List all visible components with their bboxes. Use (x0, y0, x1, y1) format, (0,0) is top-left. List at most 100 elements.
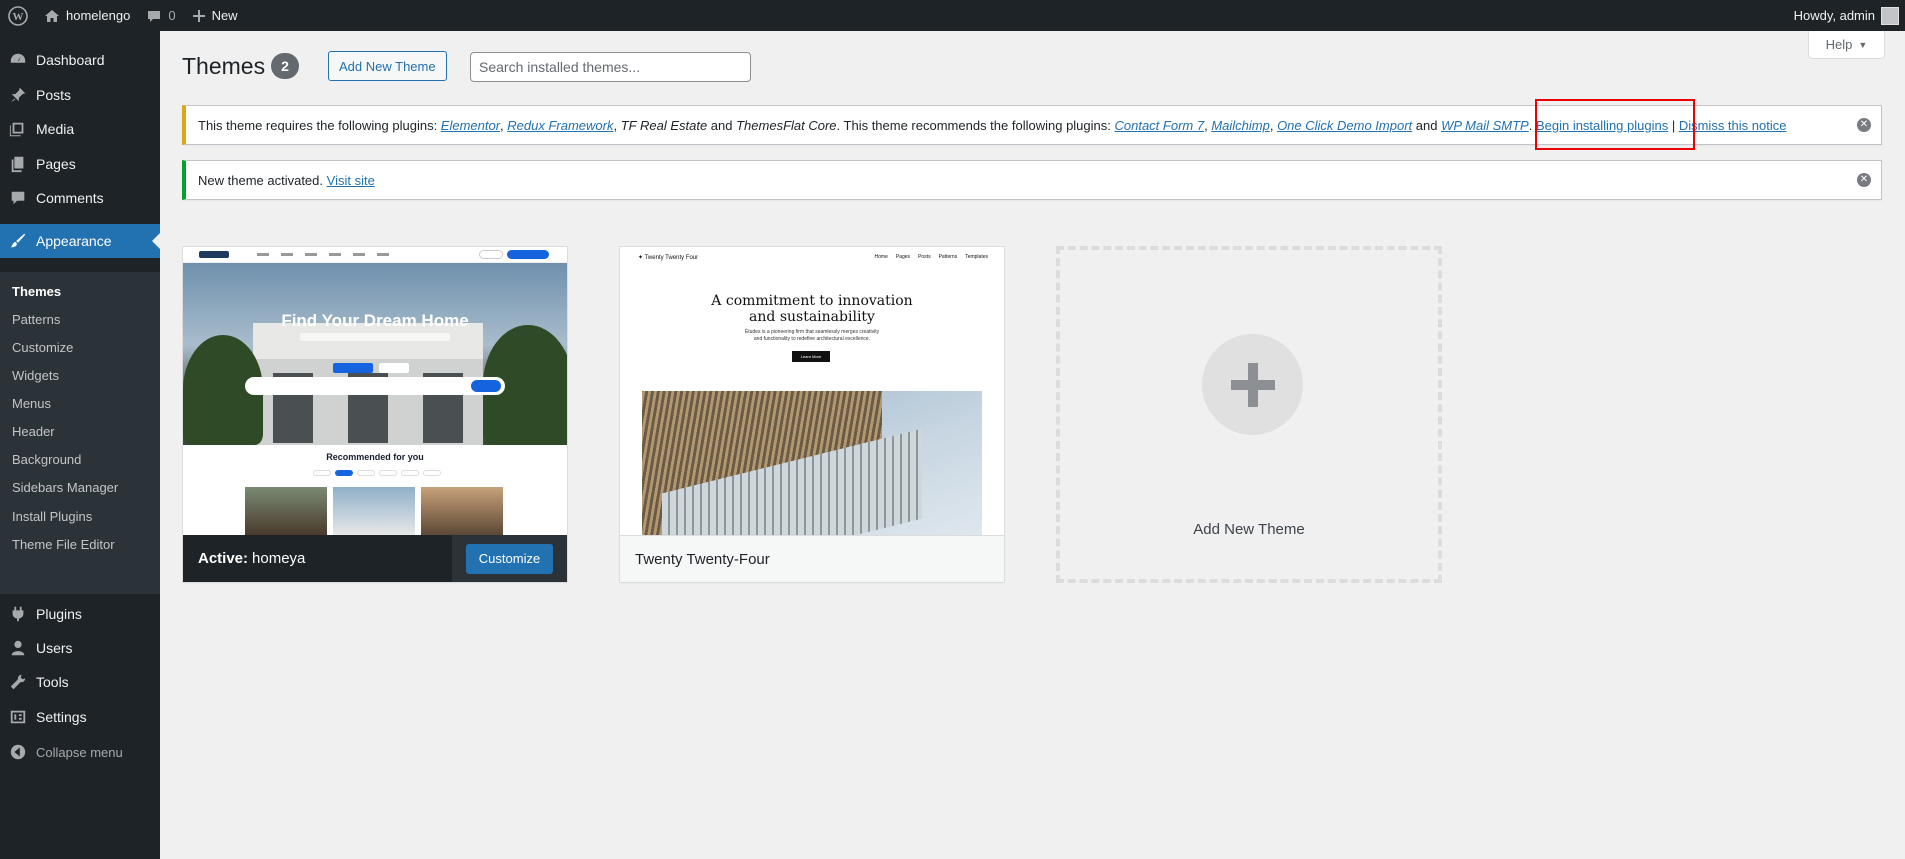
plugin-link-redux[interactable]: Redux Framework (507, 118, 613, 133)
preview-recommended-title: Recommended for you (326, 452, 424, 462)
submenu-item-sidebars-manager[interactable]: Sidebars Manager (12, 480, 118, 495)
dismiss-notice-link[interactable]: Dismiss this notice (1679, 118, 1787, 133)
menu-item-comments[interactable]: Comments (0, 181, 160, 215)
dashboard-icon (0, 51, 36, 69)
add-new-theme-button[interactable]: Add New Theme (328, 51, 447, 81)
preview-nav-links (257, 253, 389, 256)
theme-name-bar: Active: homeya Customize (183, 535, 567, 582)
plugin-link-mailchimp[interactable]: Mailchimp (1211, 118, 1270, 133)
add-theme-circle (1202, 334, 1303, 435)
menu-label: Plugins (36, 606, 82, 622)
menu-item-dashboard[interactable]: Dashboard (0, 43, 160, 77)
admin-bar: W homelengo 0 New Howdy, admin (0, 0, 1905, 31)
preview-paragraph-line: Études is a pioneering firm that seamles… (744, 329, 880, 335)
separator: | (1668, 117, 1679, 133)
collapse-label: Collapse menu (36, 744, 123, 760)
preview-hero-title: Find Your Dream Home (281, 311, 469, 330)
active-label: Active: (198, 550, 249, 567)
preview-paragraph-line: and functionality to redefine architectu… (753, 336, 871, 342)
site-name-link[interactable]: homelengo (36, 0, 138, 31)
preview-headline-line: and sustainability (749, 309, 875, 325)
preview-brand: ✦ Twenty Twenty Four (638, 255, 699, 261)
comments-count: 0 (168, 8, 176, 23)
plugin-name-themesflat-core: ThemesFlat Core (736, 117, 837, 133)
plugin-link-one-click-demo-import[interactable]: One Click Demo Import (1277, 118, 1412, 133)
preview-property-card (245, 487, 327, 535)
menu-label: Users (36, 640, 73, 656)
submenu-item-themes[interactable]: Themes (12, 284, 61, 299)
close-icon[interactable]: ✕ (1857, 118, 1871, 132)
menu-item-plugins[interactable]: Plugins (0, 597, 160, 631)
chevron-down-icon: ▼ (1858, 39, 1868, 50)
menu-item-posts[interactable]: Posts (0, 78, 160, 112)
plugin-link-elementor[interactable]: Elementor (441, 118, 500, 133)
preview-nav-link: Templates (965, 254, 988, 260)
pages-icon (0, 155, 36, 173)
wordpress-logo-icon[interactable]: W (0, 0, 36, 31)
menu-item-tools[interactable]: Tools (0, 665, 160, 699)
menu-item-settings[interactable]: Settings (0, 700, 160, 734)
theme-name: Twenty Twenty-Four (635, 550, 770, 568)
submenu-item-customize[interactable]: Customize (12, 340, 73, 355)
preview-search (245, 377, 505, 395)
search-themes-input[interactable] (470, 52, 751, 82)
preview-nav: ✦ Twenty Twenty Four Home Pages Posts Pa… (638, 254, 988, 262)
preview-hero: Find Your Dream Home (183, 263, 567, 445)
submenu-item-menus[interactable]: Menus (12, 396, 51, 411)
collapse-menu-button[interactable]: Collapse menu (0, 735, 160, 769)
plugin-name: Elementor (440, 117, 501, 133)
theme-card-homeya[interactable]: Find Your Dream Home Recommended for you… (182, 246, 568, 583)
menu-item-users[interactable]: Users (0, 631, 160, 665)
plugin-link-contact-form-7[interactable]: Contact Form 7 (1114, 118, 1204, 133)
separator: . (1528, 117, 1536, 133)
menu-label: Pages (36, 156, 76, 172)
separator: and (707, 117, 737, 133)
menu-item-pages[interactable]: Pages (0, 147, 160, 181)
notice-text: This theme requires the following plugin… (198, 118, 1786, 133)
menu-item-appearance[interactable]: Appearance (0, 224, 160, 258)
page-title: Themes (182, 53, 266, 79)
menu-label: Comments (36, 190, 104, 206)
theme-activated-notice: New theme activated. Visit site ✕ (182, 160, 1882, 200)
required-plugins-notice: This theme requires the following plugin… (182, 105, 1882, 145)
preview-submit (507, 250, 549, 259)
preview-property-card (421, 487, 503, 535)
menu-label: Dashboard (36, 52, 105, 68)
help-label: Help (1825, 37, 1853, 52)
users-icon (0, 639, 36, 657)
preview-learn-more: Learn More (792, 351, 830, 362)
add-new-theme-card[interactable]: Add New Theme (1056, 246, 1442, 583)
customize-button[interactable]: Customize (465, 543, 554, 574)
begin-installing-plugins-link[interactable]: Begin installing plugins (1536, 118, 1668, 133)
plugin-name-tf-real-estate: TF Real Estate (620, 117, 708, 133)
plugin-name: One Click Demo Import (1277, 117, 1413, 133)
plugin-name: Mailchimp (1211, 117, 1270, 133)
submenu-item-background[interactable]: Background (12, 452, 81, 467)
submenu-item-install-plugins[interactable]: Install Plugins (12, 509, 92, 524)
new-content-link[interactable]: New (184, 0, 246, 31)
plugin-link-wp-mail-smtp[interactable]: WP Mail SMTP (1441, 118, 1529, 133)
theme-screenshot[interactable]: Find Your Dream Home Recommended for you (183, 247, 567, 535)
comments-link[interactable]: 0 (138, 0, 183, 31)
preview-signin (479, 250, 503, 259)
preview-hero-subtitle (300, 333, 450, 341)
my-account-link[interactable]: Howdy, admin (1786, 0, 1905, 31)
theme-card-twenty-twenty-four[interactable]: ✦ Twenty Twenty Four Home Pages Posts Pa… (619, 246, 1005, 583)
plugin-name: WP Mail SMTP (1441, 117, 1529, 133)
theme-name-bar: Twenty Twenty-Four (620, 535, 1004, 582)
theme-screenshot[interactable]: ✦ Twenty Twenty Four Home Pages Posts Pa… (620, 247, 1004, 535)
menu-label: Settings (36, 709, 87, 725)
theme-name: homeya (252, 550, 306, 567)
submenu-item-theme-file-editor[interactable]: Theme File Editor (12, 537, 115, 552)
pin-icon (0, 86, 36, 104)
submenu-item-header[interactable]: Header (12, 424, 55, 439)
notice-intro: This theme requires the following plugin… (198, 117, 441, 133)
media-icon (0, 120, 36, 138)
submenu-item-patterns[interactable]: Patterns (12, 312, 60, 327)
close-icon[interactable]: ✕ (1857, 173, 1871, 187)
visit-site-link[interactable]: Visit site (327, 173, 375, 188)
menu-item-media[interactable]: Media (0, 112, 160, 146)
help-button[interactable]: Help ▼ (1808, 31, 1885, 59)
comment-icon (0, 189, 36, 207)
submenu-item-widgets[interactable]: Widgets (12, 368, 59, 383)
